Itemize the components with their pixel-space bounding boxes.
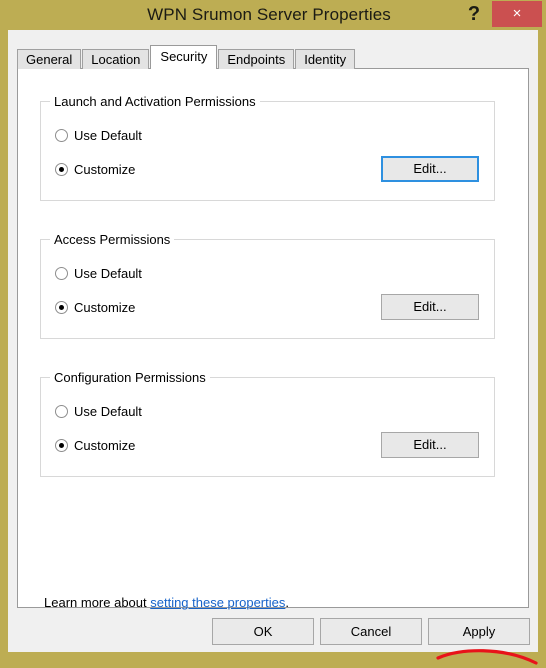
radio-circle-selected-icon [55,439,68,452]
radio-label: Use Default [74,404,142,419]
learn-more-text: Learn more about setting these propertie… [44,595,289,610]
group-title-configuration: Configuration Permissions [50,370,210,385]
learn-more-prefix: Learn more about [44,595,151,610]
edit-button-configuration[interactable]: Edit... [381,432,479,458]
radio-access-use-default[interactable]: Use Default [55,266,142,281]
radio-circle-icon [55,129,68,142]
group-launch-activation-permissions: Launch and Activation Permissions Use De… [40,94,495,201]
group-access-permissions: Access Permissions Use Default Customize… [40,232,495,339]
radio-label: Customize [74,438,136,453]
dialog-body: General Location Security Endpoints Iden… [8,30,538,652]
ok-button[interactable]: OK [212,618,314,645]
learn-more-link[interactable]: setting these properties [150,595,285,610]
radio-label: Use Default [74,128,142,143]
tab-security[interactable]: Security [150,45,218,69]
properties-dialog-window: WPN Srumon Server Properties ? × General… [0,0,546,668]
radio-label: Customize [74,300,136,315]
tab-general[interactable]: General [17,49,82,69]
radio-label: Customize [74,162,136,177]
group-configuration-permissions: Configuration Permissions Use Default Cu… [40,370,495,477]
radio-configuration-use-default[interactable]: Use Default [55,404,142,419]
apply-button[interactable]: Apply [428,618,530,645]
edit-button-access[interactable]: Edit... [381,294,479,320]
cancel-button[interactable]: Cancel [320,618,422,645]
tab-location[interactable]: Location [82,49,150,69]
radio-circle-selected-icon [55,163,68,176]
radio-access-customize[interactable]: Customize [55,300,135,315]
radio-circle-selected-icon [55,301,68,314]
radio-configuration-customize[interactable]: Customize [55,438,135,453]
radio-circle-icon [55,267,68,280]
help-icon[interactable]: ? [460,0,488,28]
group-title-launch-activation: Launch and Activation Permissions [50,94,260,109]
tab-strip: General Location Security Endpoints Iden… [17,45,356,69]
radio-circle-icon [55,405,68,418]
security-tab-panel: Launch and Activation Permissions Use De… [17,68,529,610]
tab-identity[interactable]: Identity [295,49,356,69]
radio-label: Use Default [74,266,142,281]
tab-endpoints[interactable]: Endpoints [218,49,295,69]
title-bar: WPN Srumon Server Properties ? × [0,0,546,30]
edit-button-launch-activation[interactable]: Edit... [381,156,479,182]
learn-more-suffix: . [285,595,289,610]
radio-launch-customize[interactable]: Customize [55,162,135,177]
close-icon[interactable]: × [492,1,542,27]
radio-launch-use-default[interactable]: Use Default [55,128,142,143]
group-title-access: Access Permissions [50,232,175,247]
